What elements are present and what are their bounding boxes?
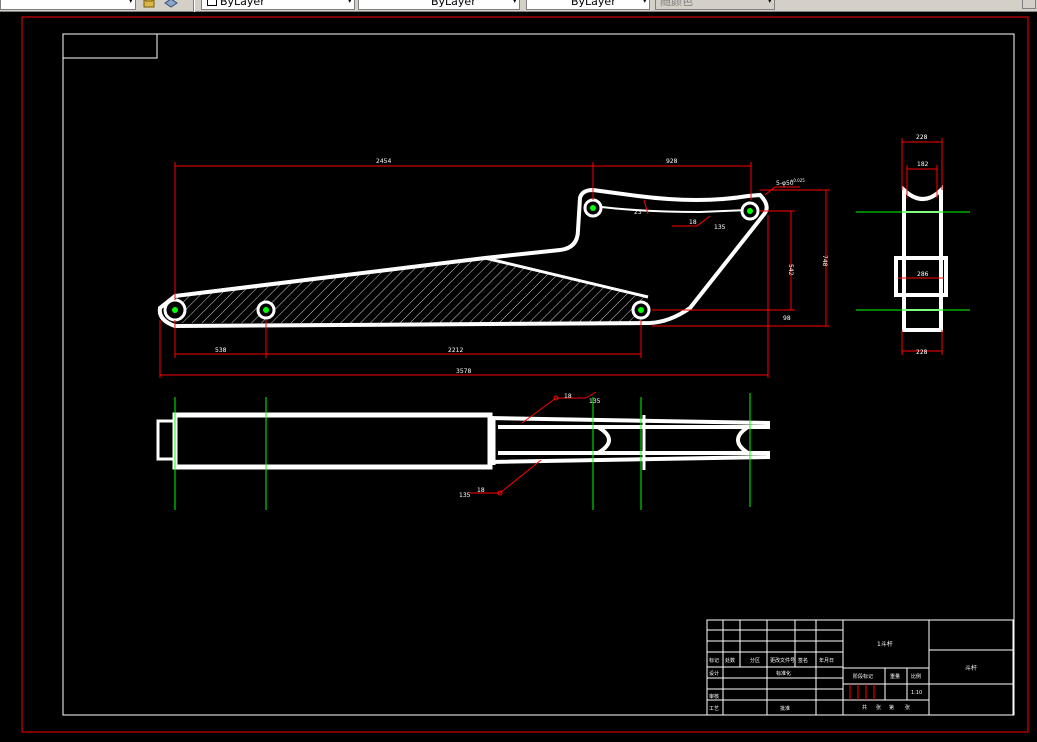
side-view-dimension-labels: 228 182 286 228 xyxy=(916,134,929,356)
dim-3578: 3578 xyxy=(456,368,471,375)
dim-538: 538 xyxy=(215,347,227,354)
linetype-control-dropdown[interactable]: ByLayer ▾ xyxy=(358,0,520,10)
dim-228-bottom: 228 xyxy=(916,349,928,356)
tb-label-zhang2: 张 xyxy=(905,704,910,711)
tb-label-gengai: 更改文件号 xyxy=(770,657,795,664)
drawing-canvas[interactable]: 2454 928 5-φ50 +0.025 23 18 135 542 748 … xyxy=(0,12,1037,738)
dim-135b: 135 xyxy=(589,398,601,405)
dim-542: 542 xyxy=(787,264,794,276)
layer-previous-icon[interactable] xyxy=(164,0,178,8)
dim-2454: 2454 xyxy=(376,158,391,165)
arm-front-view xyxy=(157,187,769,329)
chevron-down-icon: ▾ xyxy=(128,0,133,6)
chevron-down-icon: ▾ xyxy=(347,0,352,6)
dim-18b: 18 xyxy=(564,393,572,400)
drawing-svg: 2454 928 5-φ50 +0.025 23 18 135 542 748 … xyxy=(21,16,1029,733)
tb-label-pizhun: 批准 xyxy=(780,705,790,712)
tb-label-gong: 共 xyxy=(862,704,867,711)
dim-23: 23 xyxy=(634,209,642,216)
tb-label-shenhe: 审核 xyxy=(709,693,719,700)
pin-center-2 xyxy=(263,307,269,313)
dim-182: 182 xyxy=(917,161,929,168)
arm-top-rib xyxy=(592,205,749,214)
linetype-control-value: ByLayer xyxy=(431,0,476,8)
layer-dropdown[interactable]: ▾ xyxy=(0,0,136,10)
tb-label-sheji: 设计 xyxy=(709,670,719,677)
drawing-name: 1斗杆 xyxy=(877,640,893,648)
chevron-down-icon: ▾ xyxy=(767,0,772,6)
dim-135c: 135 xyxy=(459,492,471,499)
dim-286: 286 xyxy=(917,271,929,278)
pin-center-4 xyxy=(590,205,596,211)
color-swatch-icon xyxy=(207,0,217,6)
pin-center-3 xyxy=(638,307,644,313)
dim-18a: 18 xyxy=(689,219,697,226)
chevron-down-icon: ▾ xyxy=(642,0,647,6)
arm-side-view xyxy=(894,185,948,332)
dim-748: 748 xyxy=(821,255,828,267)
dim-5phi-tolerance: +0.025 xyxy=(790,178,805,183)
dim-98: 98 xyxy=(783,315,791,322)
tb-label-bili: 比例 xyxy=(911,673,921,680)
dim-928: 928 xyxy=(666,158,678,165)
chevron-down-icon: ▾ xyxy=(512,0,517,6)
tb-label-fenqu: 分区 xyxy=(750,657,760,664)
tb-label-zhongliang: 重量 xyxy=(890,673,900,680)
dim-2212: 2212 xyxy=(448,347,463,354)
scale-value: 1:10 xyxy=(911,690,922,696)
lineweight-control-dropdown[interactable]: ByLayer ▾ xyxy=(526,0,650,10)
tb-label-chushu: 处数 xyxy=(725,657,735,664)
tb-label-nianyueri: 年月日 xyxy=(819,657,834,664)
dim-135a: 135 xyxy=(714,224,726,231)
dim-228-top: 228 xyxy=(916,134,928,141)
tb-label-zhang: 张 xyxy=(876,704,881,711)
color-control-dropdown[interactable]: ByLayer ▾ xyxy=(201,0,355,10)
part-label: 斗杆 xyxy=(965,664,977,672)
toolbar-grip[interactable] xyxy=(1022,0,1036,9)
color-control-value: ByLayer xyxy=(220,0,265,8)
tb-label-gongyi: 工艺 xyxy=(709,706,719,712)
lineweight-control-value: ByLayer xyxy=(571,0,616,8)
code-box xyxy=(63,34,158,59)
tb-label-di: 第 xyxy=(889,704,894,711)
properties-toolbar: ▾ ByLayer ▾ ByLayer ▾ ByLayer ▾ 随颜色 ▾ xyxy=(0,0,1037,12)
plotstyle-control-value: 随颜色 xyxy=(660,0,693,8)
plotstyle-control-dropdown[interactable]: 随颜色 ▾ xyxy=(655,0,775,10)
tb-label-jieduan: 阶段标记 xyxy=(853,673,873,680)
tb-label-biaozhunhua: 标准化 xyxy=(776,670,791,677)
pin-center-5 xyxy=(747,208,753,214)
arm-top-view xyxy=(156,412,770,470)
tb-label-biaoji: 标记 xyxy=(709,657,719,664)
pin-center-1 xyxy=(172,307,178,313)
dim-18c: 18 xyxy=(477,487,485,494)
make-object-layer-icon[interactable] xyxy=(143,0,157,8)
toolbar-separator xyxy=(193,0,195,12)
tb-label-qianming: 签名 xyxy=(798,657,808,664)
